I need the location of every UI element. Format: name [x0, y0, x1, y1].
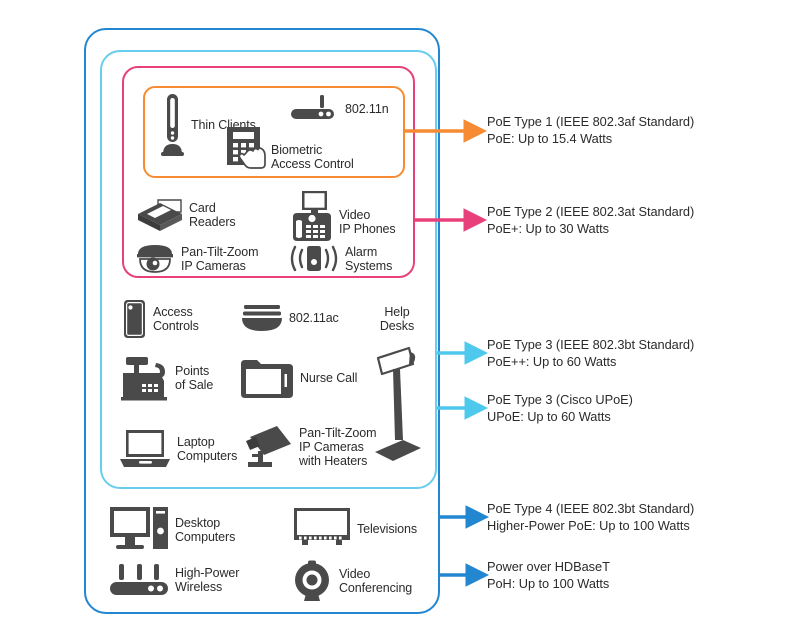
device-label: Pan-Tilt-Zoom IP Cameras	[181, 245, 259, 273]
device-nurse-call: Nurse Call	[239, 356, 357, 400]
callout-line-2: PoE: Up to 15.4 Watts	[487, 131, 613, 146]
card-reader-icon	[138, 199, 182, 231]
bullet-ip-camera-icon	[246, 426, 291, 467]
device-desktop-computers: Desktop Computers	[108, 505, 235, 555]
device-ptz-ip-cameras: Pan-Tilt-Zoom IP Cameras	[136, 243, 259, 275]
device-high-power-wireless: High-Power Wireless	[108, 562, 239, 598]
device-label: Pan-Tilt-Zoom IP Cameras with Heaters	[299, 426, 377, 468]
device-80211ac: 802.11ac	[240, 303, 339, 333]
device-label: 802.11ac	[289, 311, 339, 325]
device-card-readers: Card Readers	[136, 198, 236, 232]
device-access-controls: Access Controls	[122, 298, 199, 340]
device-video-ip-phones: Video IP Phones	[290, 190, 396, 246]
device-80211n: 802.11n	[290, 94, 389, 124]
callout-line-1: PoE Type 4 (IEEE 802.3bt Standard)	[487, 501, 695, 516]
help-desk-kiosk-icon	[375, 346, 421, 461]
callout-poe-type-3-poepp: PoE Type 3 (IEEE 802.3bt Standard) PoE++…	[487, 336, 694, 370]
video-conferencing-icon	[295, 560, 329, 601]
callout-line-1: PoE Type 1 (IEEE 802.3af Standard)	[487, 114, 695, 129]
device-points-of-sale: Points of Sale	[120, 355, 213, 401]
callout-poe-type-1: PoE Type 1 (IEEE 802.3af Standard) PoE: …	[487, 113, 694, 147]
laptop-computer-icon	[120, 430, 170, 467]
callout-poe-type-3-upoe: PoE Type 3 (Cisco UPoE) UPoE: Up to 60 W…	[487, 391, 633, 425]
access-control-icon	[124, 300, 145, 338]
callout-power-over-hdbaset: Power over HDBaseT PoH: Up to 100 Watts	[487, 558, 610, 592]
device-label: Televisions	[357, 522, 418, 536]
device-label: Card Readers	[189, 201, 236, 229]
callout-line-1: PoE Type 2 (IEEE 802.3at Standard)	[487, 204, 695, 219]
callout-line-2: PoE+: Up to 30 Watts	[487, 221, 609, 236]
device-label: Biometric Access Control	[271, 143, 354, 171]
alarm-system-icon	[290, 245, 338, 272]
point-of-sale-icon	[121, 357, 167, 401]
video-ip-phone-icon	[293, 191, 331, 241]
callout-poe-type-4: PoE Type 4 (IEEE 802.3bt Standard) Highe…	[487, 500, 694, 534]
callout-line-2: PoE++: Up to 60 Watts	[487, 354, 617, 369]
device-biometric-access-control: Biometric Access Control	[224, 125, 354, 173]
device-ptz-ip-cameras-with-heaters: Pan-Tilt-Zoom IP Cameras with Heaters	[244, 424, 377, 470]
device-alarm-systems: Alarm Systems	[288, 243, 392, 275]
callout-line-2: PoH: Up to 100 Watts	[487, 576, 610, 591]
device-label: Laptop Computers	[177, 435, 238, 463]
device-label: Alarm Systems	[345, 245, 393, 273]
wireless-dome-ap-icon	[242, 305, 282, 331]
device-label: Nurse Call	[300, 371, 358, 385]
device-label: Access Controls	[153, 305, 199, 333]
device-label: 802.11n	[345, 102, 389, 116]
thin-client-icon	[161, 94, 184, 156]
device-label: Video IP Phones	[339, 208, 396, 236]
device-label: Points of Sale	[175, 364, 214, 392]
callout-poe-type-2: PoE Type 2 (IEEE 802.3at Standard) PoE+:…	[487, 203, 694, 237]
wireless-access-point-icon	[291, 95, 334, 119]
device-video-conferencing: Video Conferencing	[292, 560, 412, 602]
nurse-call-icon	[241, 360, 293, 398]
callout-line-2: UPoE: Up to 60 Watts	[487, 409, 611, 424]
device-televisions: Televisions	[292, 506, 417, 552]
television-icon	[294, 508, 350, 545]
high-power-wireless-icon	[110, 564, 168, 595]
callout-line-2: Higher-Power PoE: Up to 100 Watts	[487, 518, 690, 533]
device-label: Help Desks	[379, 305, 415, 333]
device-laptop-computers: Laptop Computers	[118, 428, 237, 470]
desktop-computer-icon	[110, 507, 168, 549]
device-label: Desktop Computers	[175, 516, 236, 544]
device-label: Video Conferencing	[339, 567, 413, 595]
device-help-desks: Help Desks	[374, 305, 421, 464]
callout-line-1: PoE Type 3 (Cisco UPoE)	[487, 392, 633, 407]
device-label: High-Power Wireless	[175, 566, 240, 594]
callout-line-1: PoE Type 3 (IEEE 802.3bt Standard)	[487, 337, 695, 352]
callout-line-1: Power over HDBaseT	[487, 559, 610, 574]
poe-device-types-diagram: Thin Clients 802.11n Biometric Access Co…	[0, 0, 800, 644]
dome-ip-camera-icon	[137, 245, 173, 273]
biometric-access-control-icon	[227, 127, 266, 169]
